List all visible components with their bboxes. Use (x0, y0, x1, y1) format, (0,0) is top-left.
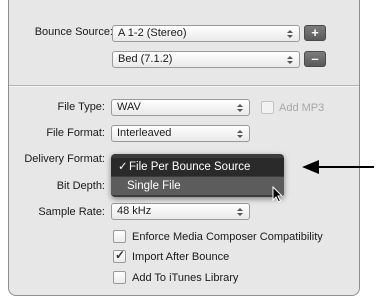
sample-rate-label: Sample Rate: (38, 206, 105, 218)
callout-arrow-head-icon (302, 160, 319, 174)
sample-rate-select[interactable]: 48 kHz (111, 203, 250, 220)
bounce-source-primary-value: A 1-2 (Stereo) (118, 27, 187, 39)
menu-item-label: File Per Bounce Source (129, 161, 251, 173)
add-to-itunes-checkbox[interactable] (113, 271, 126, 284)
bounce-source-section: Bounce Source: A 1-2 (Stereo) + Bed (7.1… (9, 0, 359, 85)
bounce-source-secondary-value: Bed (7.1.2) (118, 53, 173, 65)
add-to-itunes-label: Add To iTunes Library (132, 272, 239, 284)
plus-icon: + (311, 25, 319, 40)
delivery-format-label: Delivery Format: (24, 153, 105, 165)
import-after-bounce-label: Import After Bounce (132, 251, 230, 263)
menu-item-label: Single File (127, 180, 181, 192)
add-bounce-source-button[interactable]: + (304, 25, 326, 41)
chevron-updown-icon (237, 130, 244, 138)
checkmark-icon: ✓ (118, 161, 128, 173)
menu-item-file-per-bounce-source[interactable]: ✓ File Per Bounce Source (111, 158, 284, 176)
import-after-bounce-checkbox[interactable]: ✓ (113, 248, 126, 263)
file-type-select[interactable]: WAV (111, 99, 250, 116)
sample-rate-value: 48 kHz (117, 205, 152, 217)
bounce-source-primary-select[interactable]: A 1-2 (Stereo) (112, 25, 300, 42)
callout-arrow-line (318, 166, 374, 168)
bounce-source-label: Bounce Source: (34, 26, 113, 38)
section-divider-highlight (9, 86, 359, 87)
enforce-media-composer-label: Enforce Media Composer Compatibility (132, 231, 323, 243)
file-format-label: File Format: (46, 127, 105, 139)
file-format-value: Interleaved (117, 127, 172, 139)
add-mp3-checkbox[interactable] (261, 101, 274, 114)
remove-bounce-source-button[interactable]: – (304, 51, 326, 67)
minus-icon: – (311, 51, 319, 66)
chevron-updown-icon (287, 30, 294, 38)
file-format-select[interactable]: Interleaved (111, 125, 250, 142)
mouse-pointer-icon (272, 186, 284, 203)
menu-item-single-file[interactable]: Single File (111, 177, 284, 195)
chevron-updown-icon (237, 104, 244, 112)
bounce-source-secondary-select[interactable]: Bed (7.1.2) (112, 51, 300, 68)
bit-depth-label: Bit Depth: (56, 180, 105, 192)
checkmark-icon: ✓ (115, 248, 126, 262)
enforce-media-composer-checkbox[interactable] (113, 230, 126, 243)
file-type-value: WAV (117, 101, 141, 113)
file-type-label: File Type: (57, 101, 106, 113)
chevron-updown-icon (237, 208, 244, 216)
chevron-updown-icon (287, 56, 294, 64)
bounce-settings-panel: Bounce Source: A 1-2 (Stereo) + Bed (7.1… (8, 0, 360, 296)
add-mp3-label: Add MP3 (279, 102, 325, 114)
delivery-format-menu: ✓ File Per Bounce Source Single File (111, 154, 284, 197)
